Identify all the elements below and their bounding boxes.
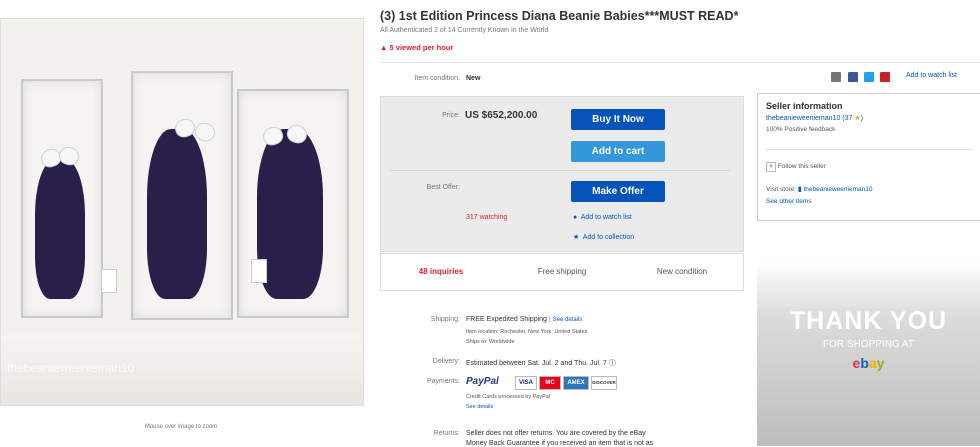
delivery-text: Estimated between Sat. Jul. 2 and Thu. J…: [466, 360, 607, 367]
seller-divider: [766, 149, 972, 150]
delivery-value: Estimated between Sat. Jul. 2 and Thu. J…: [466, 358, 616, 368]
bear-left: [35, 159, 85, 299]
zoom-hint: Mouse over image to zoom: [144, 424, 218, 430]
shipping-label: Shipping:: [430, 316, 460, 323]
add-collection-link[interactable]: ★ Add to collection: [573, 233, 634, 241]
price-value: US $652,200.00: [465, 110, 538, 121]
for-shopping-text: FOR SHOPPING AT: [823, 339, 914, 350]
seller-info-panel: Seller information thebeanieweenieman10 …: [757, 93, 980, 221]
viewed-text: 5 viewed per hour: [389, 43, 454, 52]
follow-text: Follow this seller: [777, 163, 826, 170]
follow-plus-icon: +: [766, 162, 776, 172]
bear-middle: [147, 129, 207, 299]
divider: [380, 62, 980, 63]
store-link[interactable]: thebeanieweenieman10: [803, 186, 872, 193]
shipping-value: FREE Expedited Shipping | See details: [466, 316, 583, 323]
facebook-icon[interactable]: [848, 72, 858, 82]
visit-store-label: Visit store:: [766, 186, 797, 193]
viewed-per-hour: ▲ 5 viewed per hour: [380, 43, 453, 52]
paypal-logo: PayPal: [466, 376, 499, 387]
item-main-image[interactable]: thebeanieweenieman10: [0, 18, 364, 406]
twitter-icon[interactable]: [864, 72, 874, 82]
condition-value: New: [466, 75, 481, 82]
best-offer-label: Best Offer:: [426, 184, 460, 191]
payments-label: Payments:: [426, 378, 460, 385]
make-offer-button[interactable]: Make Offer: [571, 181, 665, 202]
plus-icon: ★: [573, 234, 580, 241]
buy-it-now-button[interactable]: Buy It Now: [571, 109, 665, 130]
follow-seller[interactable]: + Follow this seller: [766, 162, 826, 172]
watch-list-link[interactable]: Add to watch list: [906, 72, 957, 79]
shipping-stat: Free shipping: [537, 267, 587, 276]
payments-details-link[interactable]: See details: [466, 404, 493, 410]
delivery-label: Delivery:: [432, 358, 460, 365]
positive-feedback: 100% Positive feedback: [766, 126, 836, 133]
thank-you-text: THANK YOU: [789, 307, 948, 335]
discover-card: DISCOVER: [591, 376, 617, 390]
price-label: Price:: [442, 112, 460, 119]
condition-stat: New condition: [656, 267, 708, 276]
info-icon[interactable]: ⓘ: [609, 360, 616, 367]
eye-icon: ●: [573, 214, 578, 221]
add-to-cart-button[interactable]: Add to cart: [571, 141, 665, 162]
buy-box: [380, 96, 744, 252]
item-title: (3) 1st Edition Princess Diana Beanie Ba…: [380, 9, 739, 23]
add-watch-text: Add to watch list: [580, 214, 632, 221]
seller-heading: Seller information: [766, 101, 843, 111]
watching-count: 317 watching: [466, 214, 508, 221]
feedback-score[interactable]: (37: [842, 115, 852, 122]
returns-label: Returns:: [433, 430, 460, 437]
item-subtitle: All Authenticated 2 of 14 Currently Know…: [380, 27, 549, 34]
visa-card: VISA: [515, 376, 537, 390]
tag-stand-right: [251, 259, 267, 283]
credit-card-note: Credit Cards processed by PayPal: [466, 394, 551, 400]
flame-icon: ▲: [380, 43, 388, 52]
ships-to: Ships to: Worldwide: [466, 339, 515, 345]
pinterest-icon[interactable]: [880, 72, 890, 82]
visit-store-row: Visit store: ▮ thebeanieweenieman10: [766, 185, 872, 193]
seller-name-row: thebeanieweenieman10 (37 ★): [766, 115, 863, 122]
shipping-details-link[interactable]: See details: [553, 317, 583, 323]
stats-bar: 48 inquiries Free shipping New condition: [380, 253, 744, 291]
add-watch-link[interactable]: ● Add to watch list: [573, 214, 632, 221]
add-collection-text: Add to collection: [582, 234, 635, 241]
inquiries-stat[interactable]: 48 inquiries: [381, 267, 501, 276]
mastercard-card: MC: [539, 376, 561, 390]
shipping-text: FREE Expedited Shipping: [466, 316, 547, 323]
returns-line1: Seller does not offer returns. You are c…: [466, 430, 646, 437]
ebay-logo: ebay: [852, 355, 885, 371]
store-icon: ▮: [798, 186, 802, 193]
seller-name-link[interactable]: thebeanieweenieman10: [766, 115, 840, 122]
amex-card: AMEX: [563, 376, 589, 390]
other-items-link[interactable]: See other items: [766, 198, 812, 205]
condition-label: Item condition:: [414, 75, 460, 82]
buybox-divider: [390, 170, 730, 171]
tag-stand-left: [101, 269, 117, 293]
item-location: Item location: Rochester, New York, Unit…: [466, 329, 588, 335]
email-share-icon[interactable]: [831, 72, 841, 82]
image-watermark: thebeanieweenieman10: [7, 361, 135, 375]
thank-you-banner[interactable]: [757, 260, 980, 446]
